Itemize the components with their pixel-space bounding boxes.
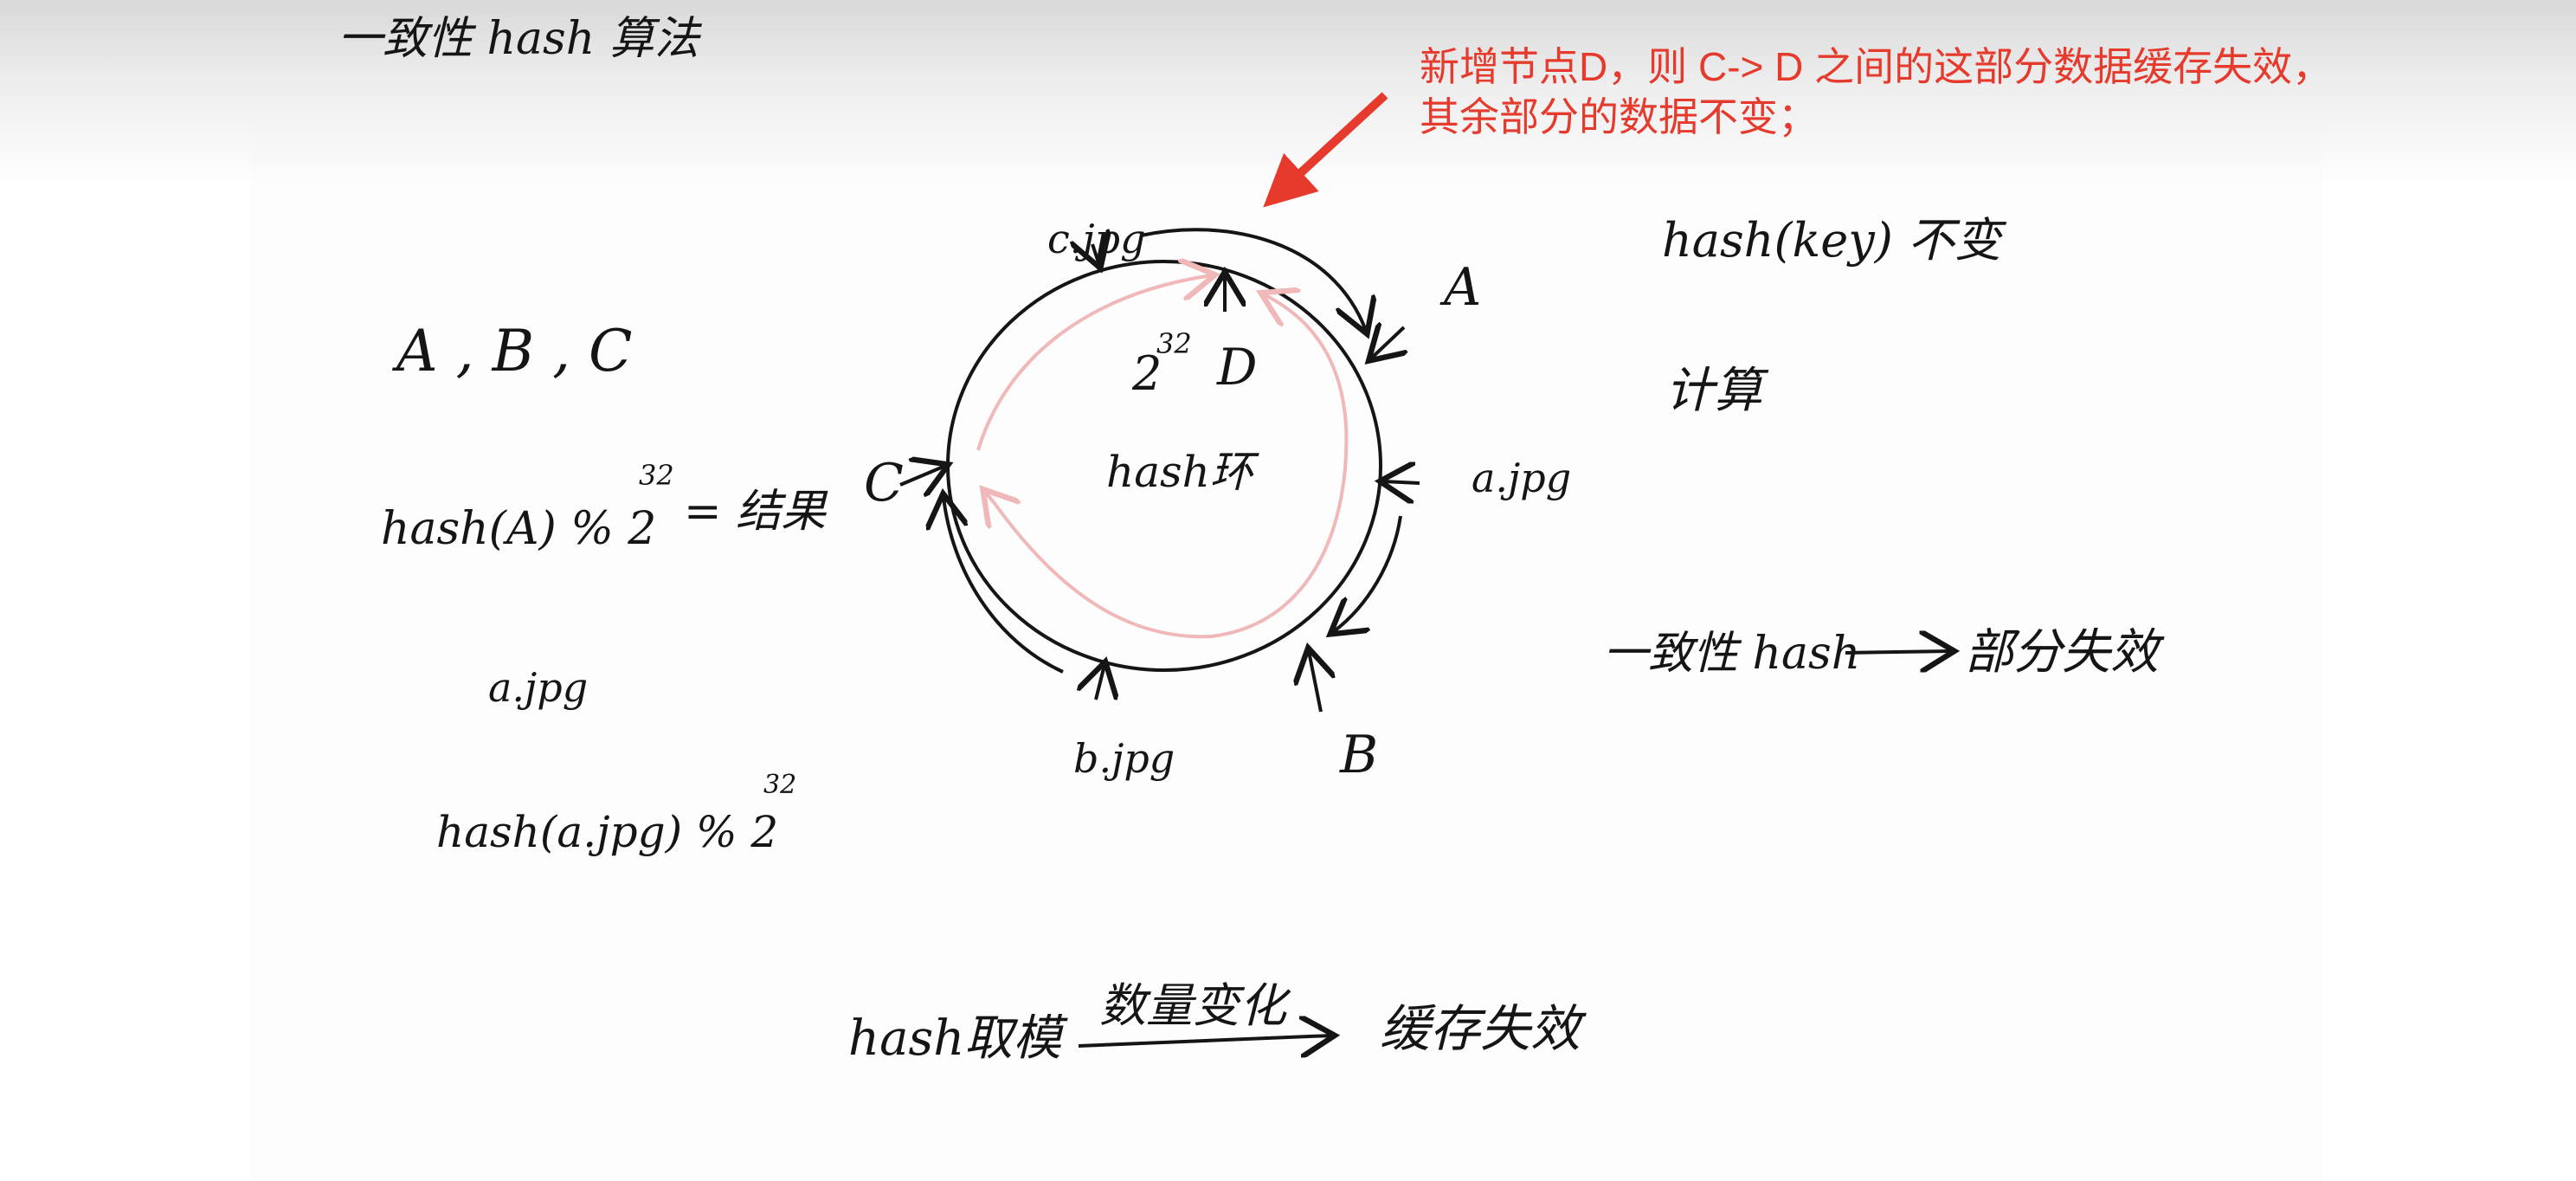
nodes-list-text: A , B , C — [391, 318, 633, 384]
title-text: 一致性 hash 算法 — [338, 13, 703, 65]
node-d-label: D — [1216, 338, 1258, 397]
pink-arrow-left-top — [976, 275, 1212, 451]
callout-text: 新增节点D，则 C-> D 之间的这部分数据缓存失效， 其余部分的数据不变； — [1420, 42, 2458, 142]
callout-arrow — [1263, 92, 1388, 208]
count-change-text: 数量变化 — [1099, 978, 1291, 1033]
file-a-label: a.jpg — [1472, 455, 1571, 501]
node-hash-exponent: 32 — [639, 459, 674, 492]
callout-line-1: 新增节点D，则 C-> D 之间的这部分数据缓存失效， — [1420, 44, 2333, 89]
file-hash-formula: hash(a.jpg) % 2 — [436, 807, 778, 857]
node-c-label: C — [864, 453, 904, 513]
node-b-label: B — [1339, 725, 1378, 785]
file-name-text: a.jpg — [488, 664, 588, 711]
file-a-arrow — [1383, 481, 1420, 483]
pink-arrow-tail — [985, 492, 994, 502]
arc-b-to-c — [943, 497, 1064, 674]
node-hash-result: = 结果 — [684, 486, 828, 538]
key-unchanged-text: hash(key) 不变 — [1662, 213, 2007, 268]
diagram-canvas: 一致性 hash 算法 A , B , C hash(A) % 2 32 = 结… — [338, 13, 2165, 1067]
partial-invalid-text: 部分失效 — [1965, 624, 2165, 681]
cache-invalid-text: 缓存失效 — [1380, 999, 1587, 1058]
file-b-arrow — [1096, 665, 1104, 700]
node-hash-formula: hash(A) % 2 — [381, 503, 656, 555]
node-a-label: A — [1439, 257, 1481, 318]
consistent-hash-text: 一致性 hash — [1603, 628, 1860, 680]
ring-label: hash环 — [1106, 447, 1259, 497]
compute-text: 计算 — [1665, 363, 1769, 419]
consistent-hash-arrow — [1845, 651, 1951, 653]
file-b-label: b.jpg — [1073, 735, 1175, 782]
node-a-arrow — [1371, 327, 1404, 358]
node-b-arrow — [1309, 651, 1321, 713]
callout-line-2: 其余部分的数据不变； — [1420, 94, 1818, 139]
count-change-arrow — [1078, 1036, 1331, 1046]
file-hash-exponent: 32 — [763, 770, 796, 800]
hash-mod-text: hash取模 — [848, 1010, 1068, 1067]
node-c-arrow — [899, 466, 945, 485]
ring-top-exponent: 32 — [1156, 327, 1192, 360]
